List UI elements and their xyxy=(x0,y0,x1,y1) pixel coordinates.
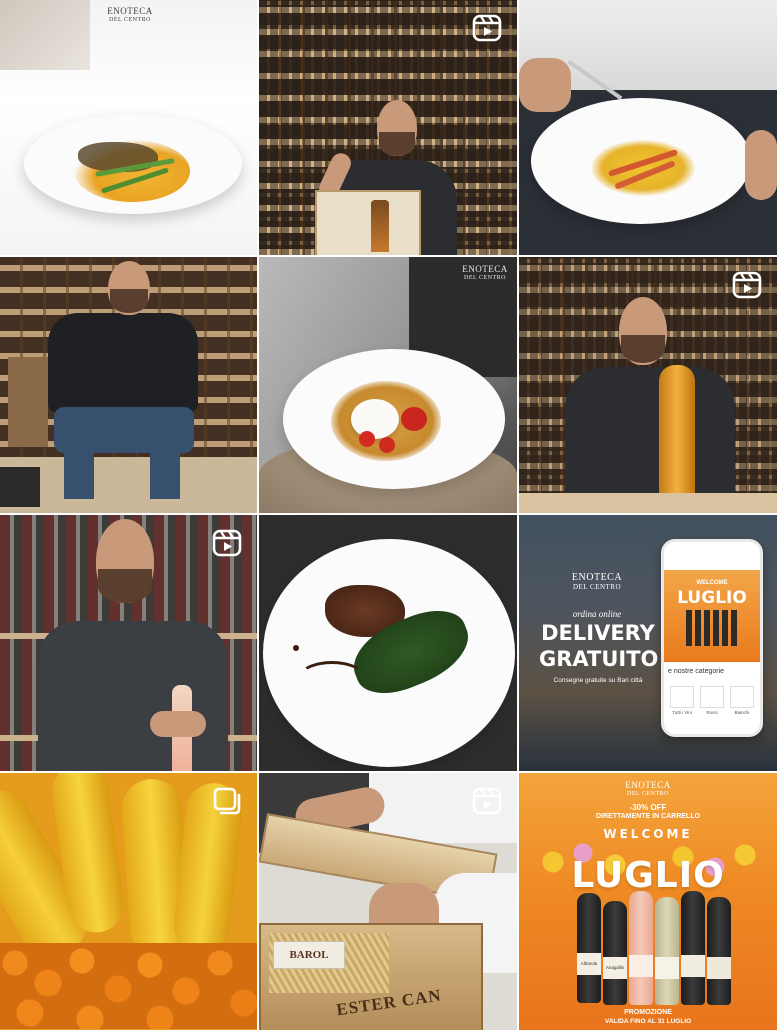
tomatoes xyxy=(0,943,257,1029)
brand-logo: ENOTECA DEL CENTRO xyxy=(617,780,679,798)
bottle-label-1: Albarola xyxy=(577,953,601,975)
phone-welcome: WELCOME xyxy=(696,580,728,586)
person-shirt xyxy=(38,621,228,771)
phone-categories-label: e nostre categorie xyxy=(668,668,725,675)
hand xyxy=(519,58,571,112)
bottle-label: BAROL xyxy=(273,941,345,969)
logo-line-2: DEL CENTRO xyxy=(464,275,506,281)
reel-icon xyxy=(211,527,243,559)
phone-mockup: WELCOME LUGLIO e nostre categorie Tutti … xyxy=(661,539,763,737)
wine-bottle xyxy=(577,893,601,1003)
logo-line-2: DEL CENTRO xyxy=(572,583,622,591)
promo-subtitle: DIRETTAMENTE IN CARRELLO xyxy=(595,813,701,820)
promo-discount: -30% OFF xyxy=(629,803,667,812)
background-wall xyxy=(0,0,90,70)
logo-line-2: DEL CENTRO xyxy=(627,791,669,797)
phone-category-3: Bianchi xyxy=(734,710,750,715)
burrata xyxy=(351,399,399,439)
kicker-text: ordina online xyxy=(572,609,622,619)
phone-bottles xyxy=(686,610,738,646)
profile-post-grid: ENOTECA DEL CENTRO ENOTECA DEL CENTRO EN… xyxy=(0,0,777,1030)
logo-line-2: DEL CENTRO xyxy=(109,17,151,23)
reel-icon xyxy=(731,269,763,301)
post-tile-9[interactable]: ENOTECA DEL CENTRO ordina online DELIVER… xyxy=(519,515,777,771)
wine-box xyxy=(315,190,421,255)
person-shirt xyxy=(48,313,198,413)
logo-line-1: ENOTECA xyxy=(462,264,508,274)
wine-bottle xyxy=(371,200,389,252)
promo-footer-1: PROMOZIONE xyxy=(624,1009,672,1016)
phone-month: LUGLIO xyxy=(677,588,747,608)
phone-category-1: Tutti i Vini xyxy=(672,710,692,715)
bottle-label-2: Anagallis xyxy=(603,957,627,979)
logo-line-1: ENOTECA xyxy=(107,6,153,16)
post-tile-6[interactable] xyxy=(519,257,777,513)
post-tile-7[interactable] xyxy=(0,515,257,771)
headline-line-2: GRATUITO xyxy=(539,647,659,671)
post-tile-4[interactable] xyxy=(0,257,257,513)
month-title: LUGLIO xyxy=(571,855,725,896)
phone-category-2: Rossi xyxy=(706,710,718,715)
dish-food xyxy=(591,140,695,196)
post-tile-12[interactable]: ENOTECA DEL CENTRO -30% OFF DIRETTAMENTE… xyxy=(519,773,777,1030)
subline-text: Consegne gratuite su Bari città xyxy=(553,677,643,684)
brand-logo: ENOTECA DEL CENTRO xyxy=(455,264,515,282)
reel-icon xyxy=(471,12,503,44)
gold-bottle xyxy=(659,365,695,513)
reel-icon xyxy=(471,785,503,817)
post-tile-8[interactable] xyxy=(259,515,517,771)
brand-logo: ENOTECA DEL CENTRO xyxy=(95,6,165,24)
logo-line-1: ENOTECA xyxy=(625,780,671,790)
wine-box xyxy=(8,357,48,447)
carousel-icon xyxy=(211,785,243,817)
sauce-swirl xyxy=(299,661,365,693)
person-shirt xyxy=(565,367,735,513)
logo-line-1: ENOTECA xyxy=(571,572,623,583)
post-tile-3[interactable] xyxy=(519,0,777,255)
post-tile-5[interactable]: ENOTECA DEL CENTRO xyxy=(259,257,517,513)
post-tile-11[interactable]: BAROL ESTER CAN xyxy=(259,773,517,1030)
post-tile-10[interactable] xyxy=(0,773,257,1030)
post-tile-2[interactable] xyxy=(259,0,517,255)
headline-line-1: DELIVERY xyxy=(541,621,655,645)
brand-logo: ENOTECA DEL CENTRO xyxy=(557,573,637,591)
post-tile-1[interactable]: ENOTECA DEL CENTRO xyxy=(0,0,257,255)
